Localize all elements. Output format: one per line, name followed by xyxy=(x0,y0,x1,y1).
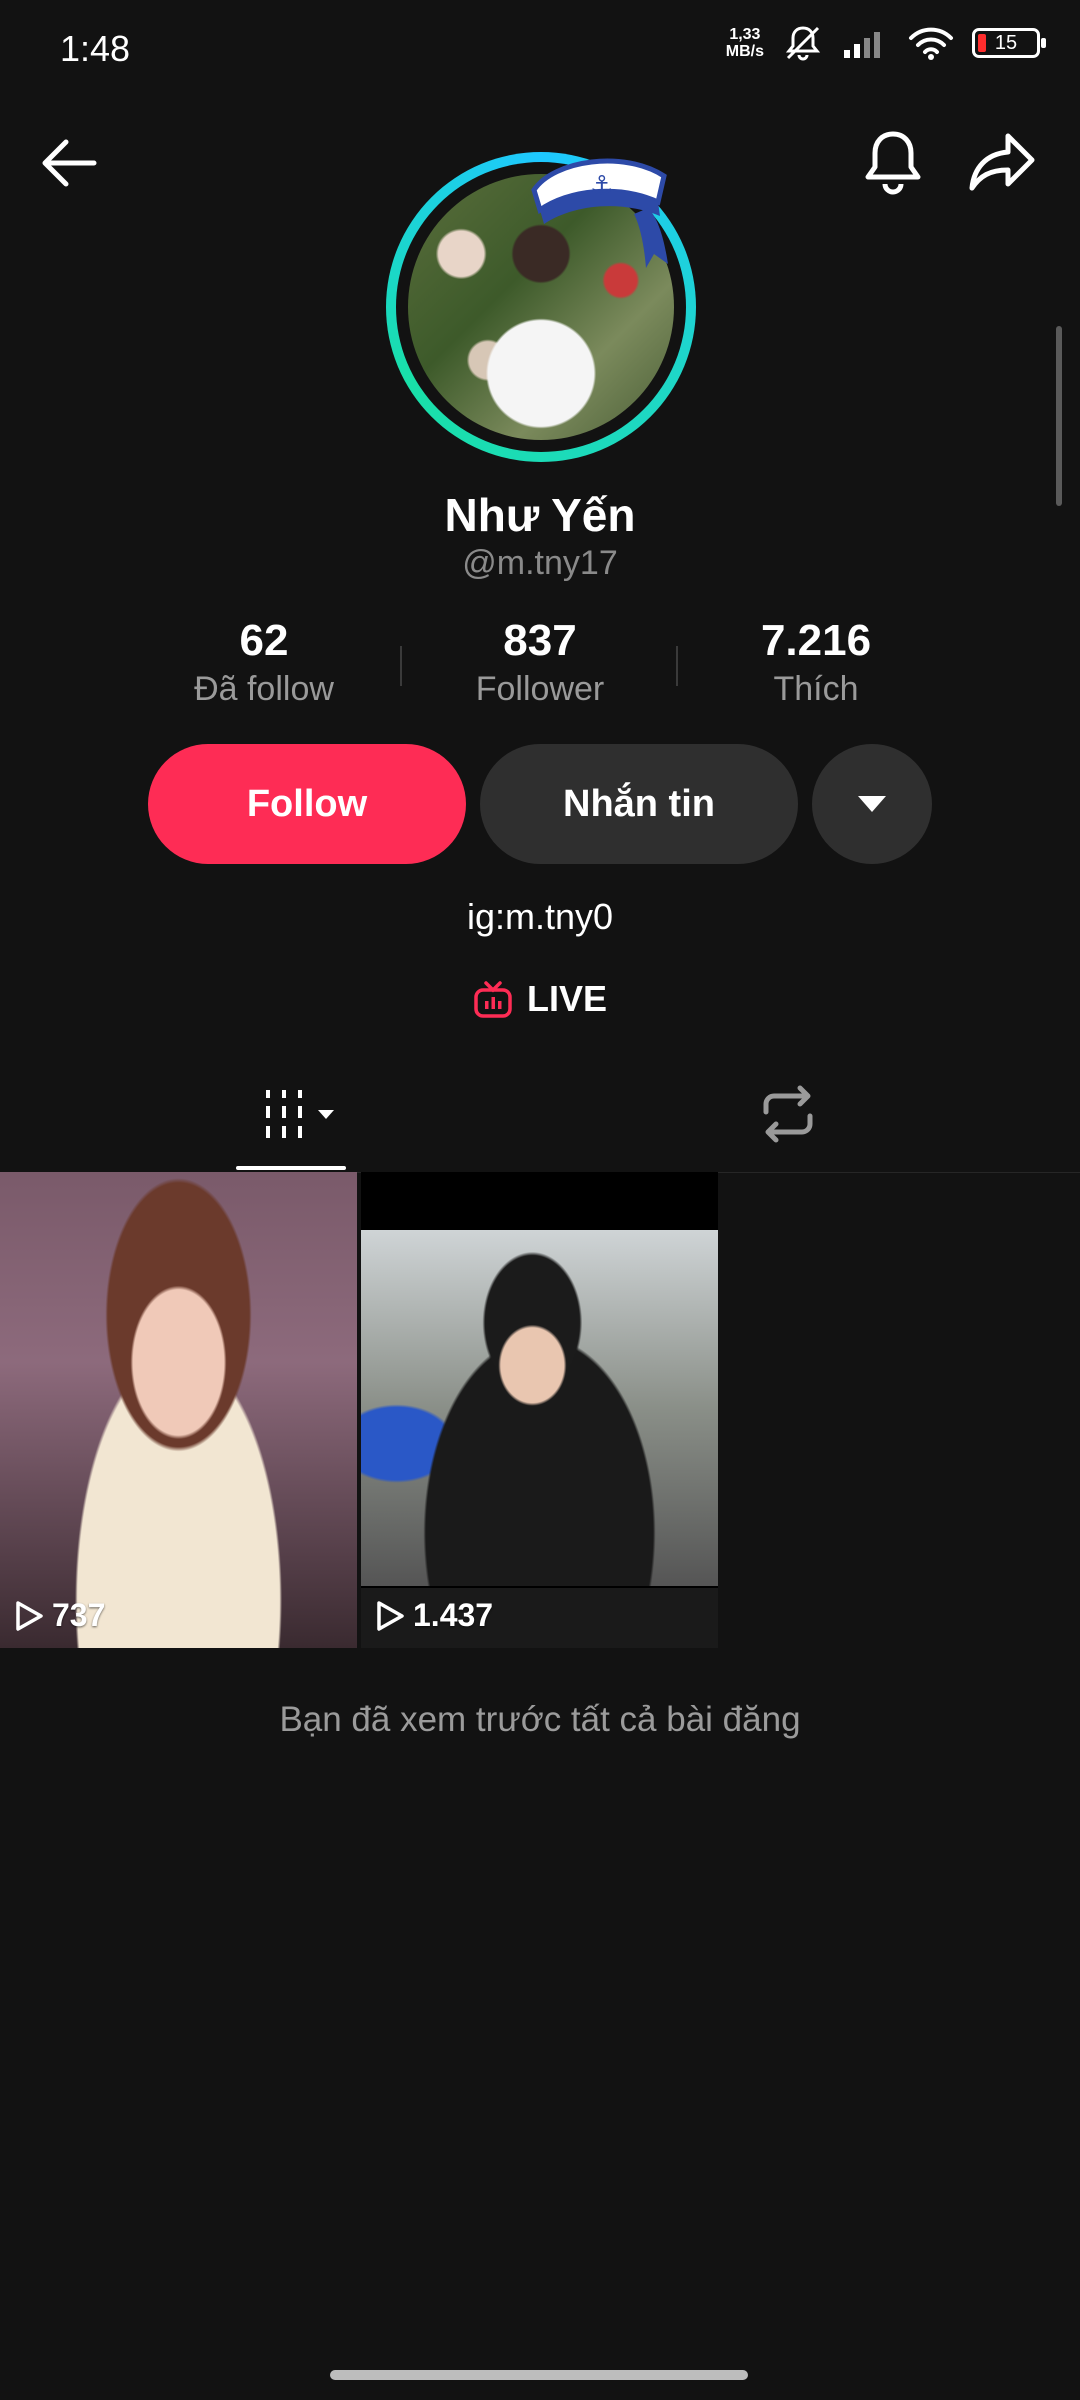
profile-name: Như Yến xyxy=(444,489,636,541)
stat-following[interactable]: 62 Đã follow xyxy=(154,616,374,709)
notification-button[interactable] xyxy=(860,128,926,198)
play-icon xyxy=(16,1600,43,1631)
stat-value: 837 xyxy=(503,616,577,665)
stat-label: Thích xyxy=(773,670,859,708)
caret-down-icon xyxy=(858,796,886,812)
view-count: 737 xyxy=(14,1597,105,1634)
live-link[interactable]: LIVE xyxy=(0,978,1080,1020)
play-icon xyxy=(377,1600,404,1631)
view-count-value: 737 xyxy=(52,1597,106,1633)
profile-stats: 62 Đã follow 837 Follower 7.216 Thích xyxy=(0,616,1080,716)
network-speed: 1,33 MB/s xyxy=(725,26,764,60)
back-button[interactable] xyxy=(36,130,102,196)
stat-likes[interactable]: 7.216 Thích xyxy=(706,616,926,709)
wifi-icon xyxy=(909,27,953,60)
share-arrow-icon xyxy=(969,133,1035,191)
home-indicator[interactable] xyxy=(330,2370,748,2380)
share-button[interactable] xyxy=(968,130,1036,194)
video-thumbnail[interactable]: 737 xyxy=(0,1172,357,1648)
follow-button[interactable]: Follow xyxy=(148,744,466,864)
view-count: 1.437 xyxy=(375,1597,493,1634)
stat-divider xyxy=(676,646,678,686)
view-count-value: 1.437 xyxy=(413,1597,494,1633)
active-tab-indicator xyxy=(236,1166,346,1170)
tab-videos[interactable] xyxy=(236,1086,346,1147)
status-icons: 1,33 MB/s 15 xyxy=(725,24,1046,62)
stat-followers[interactable]: 837 Follower xyxy=(430,616,650,709)
profile-bio: ig:m.tny0 xyxy=(466,896,614,937)
signal-icon xyxy=(844,32,880,58)
stat-label: Follower xyxy=(475,670,605,708)
stat-value: 7.216 xyxy=(760,616,872,665)
videos-grid-icon xyxy=(266,1090,334,1138)
repost-icon xyxy=(763,1085,813,1143)
battery-icon: 15 xyxy=(972,28,1046,58)
mute-bell-icon xyxy=(785,26,821,61)
tv-icon xyxy=(474,981,512,1018)
arrow-left-icon xyxy=(42,139,97,187)
suggestions-dropdown-button[interactable] xyxy=(812,744,932,864)
tab-reposts[interactable] xyxy=(756,1084,820,1149)
stat-divider xyxy=(400,646,402,686)
svg-text:⚓: ⚓ xyxy=(590,171,613,201)
content-tabs xyxy=(0,1060,1080,1173)
profile-handle: @m.tny17 xyxy=(462,544,618,582)
stat-label: Đã follow xyxy=(194,670,334,708)
sailor-hat-decoration: ⚓ xyxy=(531,158,668,268)
message-button[interactable]: Nhắn tin xyxy=(480,744,798,864)
scrollbar[interactable] xyxy=(1056,326,1062,506)
video-image xyxy=(361,1230,718,1586)
stat-value: 62 xyxy=(239,616,289,665)
battery-level: 15 xyxy=(994,31,1018,54)
end-of-posts-note: Bạn đã xem trước tất cả bài đăng xyxy=(279,1700,801,1739)
video-thumbnail[interactable]: 1.437 xyxy=(361,1172,718,1648)
bell-icon xyxy=(865,131,921,195)
live-label: LIVE xyxy=(526,978,607,1019)
status-time: 1:48 xyxy=(60,28,131,69)
